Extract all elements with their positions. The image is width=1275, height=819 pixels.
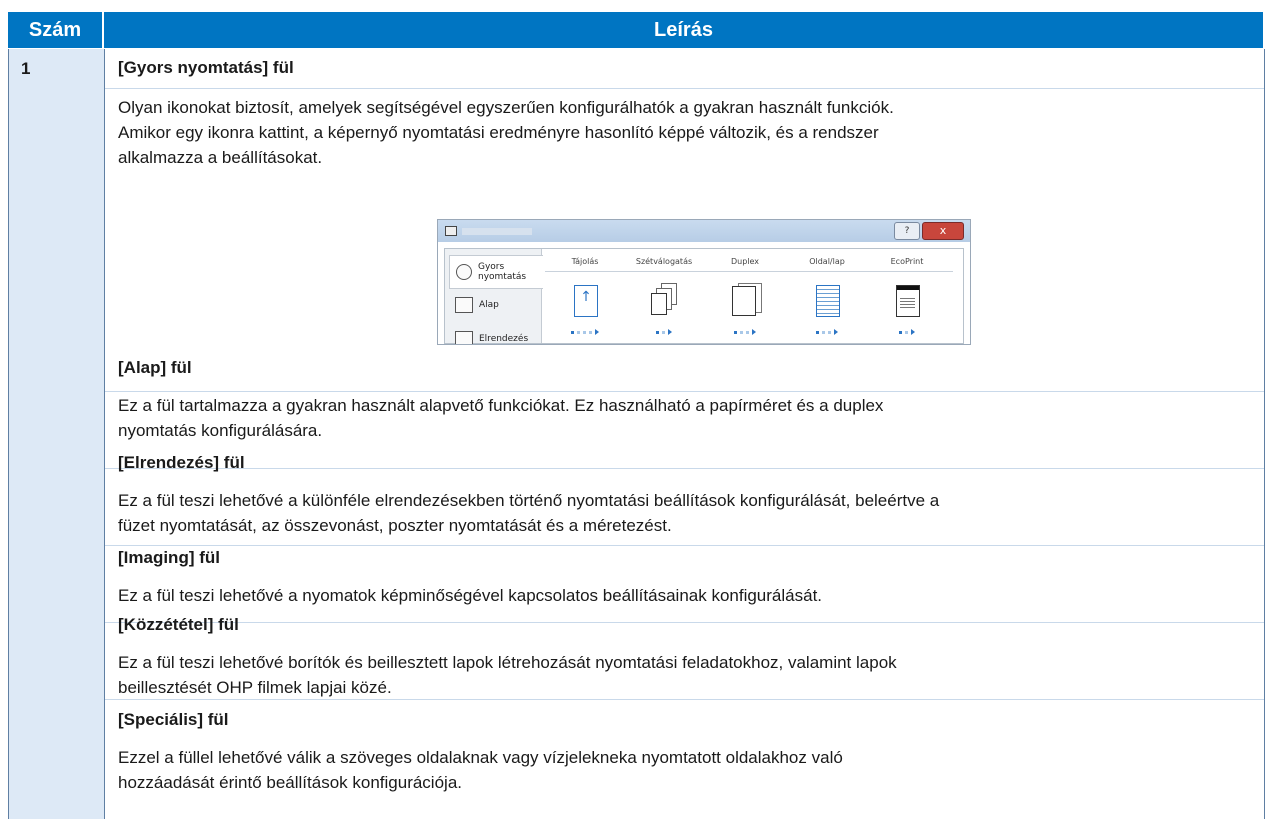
row-number: 1 — [21, 59, 31, 78]
text-line: hozzáadását érintő beállítások konfigurá… — [118, 773, 462, 792]
qp-label-duplex: Duplex — [730, 257, 760, 266]
tab-label: Alap — [479, 300, 499, 310]
separator-line — [105, 545, 1264, 546]
text-line: Amikor egy ikonra kattint, a képernyő ny… — [118, 123, 879, 142]
text-line: nyomtatás konfigurálására. — [118, 421, 323, 440]
tab-quick-print: Gyors nyomtatás — [449, 255, 543, 289]
tab-label: Elrendezés — [479, 334, 529, 344]
text-line: Ez a fül teszi lehetővé borítók és beill… — [118, 653, 897, 672]
section-heading: [Speciális] fül — [118, 710, 229, 729]
text-line: beillesztését OHP filmek lapjai közé. — [118, 678, 392, 697]
dialog-titlebar: ? x — [438, 220, 970, 242]
tab-layout: Elrendezés — [449, 323, 541, 344]
pages-per-sheet-icon — [814, 283, 840, 317]
layout-icon — [455, 331, 473, 344]
text-line: alkalmazza a beállításokat. — [118, 148, 323, 167]
section-basic: [Alap] fül Ez a fül tartalmazza a gyakra… — [118, 357, 1248, 443]
duplex-icon — [732, 283, 762, 317]
section-heading: [Alap] fül — [118, 358, 192, 377]
section-quick-print: [Gyors nyomtatás] fül Olyan ikonokat biz… — [118, 57, 1248, 170]
section-heading: [Elrendezés] fül — [118, 453, 245, 472]
tab-label: Gyors nyomtatás — [478, 262, 527, 282]
description-column: [Gyors nyomtatás] fül Olyan ikonokat biz… — [104, 49, 1265, 819]
section-text: Ez a fül tartalmazza a gyakran használt … — [118, 393, 1248, 443]
section-text: Ez a fül teszi lehetővé a nyomatok képmi… — [118, 583, 1248, 608]
text-line: füzet nyomtatását, az összevonást, poszt… — [118, 516, 672, 535]
section-imaging: [Imaging] fül Ez a fül teszi lehetővé a … — [118, 547, 1248, 608]
section-text: Ez a fül teszi lehetővé a különféle elre… — [118, 488, 1248, 538]
header-number: Szám — [8, 12, 102, 48]
dots-indicator — [816, 329, 838, 335]
tab-sidebar: Gyors nyomtatás Alap Elrendezés — [445, 249, 543, 344]
printer-icon — [445, 226, 457, 236]
collate-icon — [651, 283, 677, 317]
section-layout: [Elrendezés] fül Ez a fül teszi lehetővé… — [118, 452, 1248, 538]
section-heading: [Imaging] fül — [118, 548, 220, 567]
qp-label-ecoprint: EcoPrint — [890, 257, 924, 266]
dots-indicator — [656, 329, 672, 335]
section-text: Ez a fül teszi lehetővé borítók és beill… — [118, 650, 1248, 700]
section-text: Ezzel a füllel lehetővé válik a szöveges… — [118, 745, 1248, 795]
text-line: Ezzel a füllel lehetővé válik a szöveges… — [118, 748, 843, 767]
qp-label-orientation: Tájolás — [571, 257, 599, 266]
dialog-body: Gyors nyomtatás Alap Elrendezés Tájolás — [444, 248, 964, 344]
dots-indicator — [734, 329, 756, 335]
dots-indicator — [571, 329, 599, 335]
section-text: Olyan ikonokat biztosít, amelyek segítsé… — [118, 95, 1248, 170]
dialog-title-blurred — [462, 228, 532, 235]
ecoprint-icon — [894, 283, 920, 317]
text-line: Ez a fül teszi lehetővé a különféle elre… — [118, 491, 940, 510]
tab-basic: Alap — [449, 289, 541, 321]
qp-label-pages-per-sheet: Oldal/lap — [809, 257, 845, 266]
text-line: Olyan ikonokat biztosít, amelyek segítsé… — [118, 98, 894, 117]
section-advanced: [Speciális] fül Ezzel a füllel lehetővé … — [118, 709, 1248, 795]
description-table: Szám Leírás 1 [Gyors nyomtatás] fül Olya… — [8, 12, 1265, 819]
qp-label-collate: Szétválogatás — [635, 257, 693, 266]
window-buttons: ? x — [894, 222, 964, 240]
text-line: Ez a fül teszi lehetővé a nyomatok képmi… — [118, 586, 823, 605]
close-button: x — [922, 222, 964, 240]
help-button: ? — [894, 222, 920, 240]
header-description: Leírás — [104, 12, 1263, 48]
quick-print-labels: Tájolás Szétválogatás Duplex Oldal/lap E… — [545, 257, 953, 272]
text-line: Ez a fül tartalmazza a gyakran használt … — [118, 396, 884, 415]
number-column: 1 — [8, 49, 105, 819]
orientation-icon: ↑ — [572, 283, 598, 317]
dots-indicator — [899, 329, 915, 335]
basic-icon — [455, 297, 473, 313]
section-publishing: [Közzététel] fül Ez a fül teszi lehetővé… — [118, 614, 1248, 700]
print-dialog-screenshot: ? x Gyors nyomtatás Alap Elrendezés Tájo… — [437, 219, 971, 345]
quick-print-icon — [456, 264, 472, 280]
section-heading: [Közzététel] fül — [118, 615, 239, 634]
section-heading: [Gyors nyomtatás] fül — [118, 58, 294, 77]
